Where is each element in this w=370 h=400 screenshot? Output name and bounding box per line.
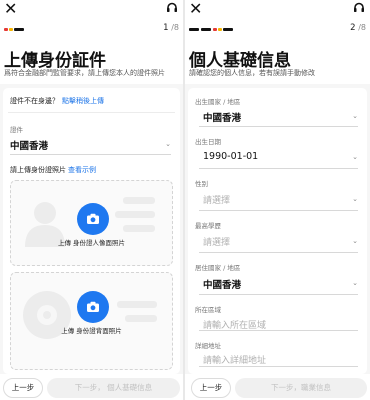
step-indicator: 2 /8: [350, 23, 366, 33]
next-button[interactable]: 下一步， 個人基礎信息: [47, 378, 180, 398]
personal-info-screen: ✕ 2 /8 個人基礎信息 請確認您的個人信息，若有誤請手動修改 出生國家 / …: [185, 0, 370, 400]
camera-icon: [87, 213, 99, 224]
residence-label: 居住國家 / 地區: [195, 264, 241, 272]
address-label: 詳細地址: [195, 342, 221, 350]
chevron-down-icon[interactable]: ⌄: [352, 112, 358, 120]
document-region-select[interactable]: 中國香港: [10, 138, 173, 152]
progress-bar: [4, 28, 44, 32]
headset-icon[interactable]: [353, 2, 365, 14]
previous-button[interactable]: 上一步: [3, 378, 43, 398]
headset-icon[interactable]: [166, 2, 178, 14]
education-label: 最高學歷: [195, 222, 221, 230]
upload-later-link[interactable]: 點擊稍後上傳: [62, 97, 104, 105]
chevron-down-icon[interactable]: ⌄: [165, 140, 171, 148]
step-indicator: 1 /8: [163, 23, 179, 33]
footer-bar: 上一步 下一步， 個人基礎信息: [0, 374, 183, 400]
close-icon[interactable]: ✕: [4, 1, 17, 17]
gender-label: 性别: [195, 180, 208, 188]
birth-place-label: 出生國家 / 地區: [195, 98, 241, 106]
residence-select[interactable]: 中國香港: [203, 277, 360, 291]
birth-place-select[interactable]: 中國香港: [203, 110, 360, 124]
camera-icon: [87, 301, 99, 312]
document-region-label: 證件: [10, 126, 23, 134]
progress-bar: [189, 28, 235, 32]
top-bar: ✕ 1 /8: [0, 0, 183, 34]
address-input[interactable]: 請輸入詳細地址: [203, 353, 266, 366]
top-bar: ✕ 2 /8: [185, 0, 370, 34]
page-subtitle: 請確認您的個人信息，若有誤請手動修改: [189, 69, 315, 77]
id-front-upload[interactable]: 上傳 身份證人像面照片: [10, 180, 173, 266]
district-label: 所在區域: [195, 306, 221, 314]
dob-label: 出生日期: [195, 138, 221, 146]
footer-bar: 上一步 下一步，職業信息: [185, 374, 370, 400]
id-front-caption: 上傳 身份證人像面照片: [57, 239, 126, 247]
upload-section-label: 請上傳身份證照片 查看示例: [10, 166, 96, 174]
view-example-link[interactable]: 查看示例: [68, 166, 96, 174]
id-back-upload[interactable]: 上傳 身份證背面照片: [10, 272, 173, 370]
dob-field[interactable]: 1990-01-01: [203, 151, 360, 162]
next-button[interactable]: 下一步，職業信息: [235, 378, 367, 398]
id-upload-screen: ✕ 1 /8 上傳身份証件 爲符合金融部門監管要求，請上傳您本人的證件照片 證件…: [0, 0, 183, 400]
chevron-down-icon[interactable]: ⌄: [352, 195, 358, 203]
personal-info-card: [188, 88, 367, 374]
id-back-caption: 上傳 身份證背面照片: [61, 327, 122, 335]
gender-select[interactable]: 請選擇: [203, 193, 230, 206]
chevron-down-icon[interactable]: ⌄: [352, 237, 358, 245]
camera-button[interactable]: [77, 203, 109, 235]
chevron-down-icon[interactable]: ⌄: [352, 279, 358, 287]
page-subtitle: 爲符合金融部門監管要求，請上傳您本人的證件照片: [4, 69, 165, 77]
chevron-down-icon[interactable]: ⌄: [352, 153, 358, 161]
upload-later-hint: 證件不在身邊？ 點擊稍後上傳: [10, 97, 104, 105]
camera-button[interactable]: [77, 291, 109, 323]
previous-button[interactable]: 上一步: [191, 378, 231, 398]
education-select[interactable]: 請選擇: [203, 235, 230, 248]
close-icon[interactable]: ✕: [189, 1, 202, 17]
